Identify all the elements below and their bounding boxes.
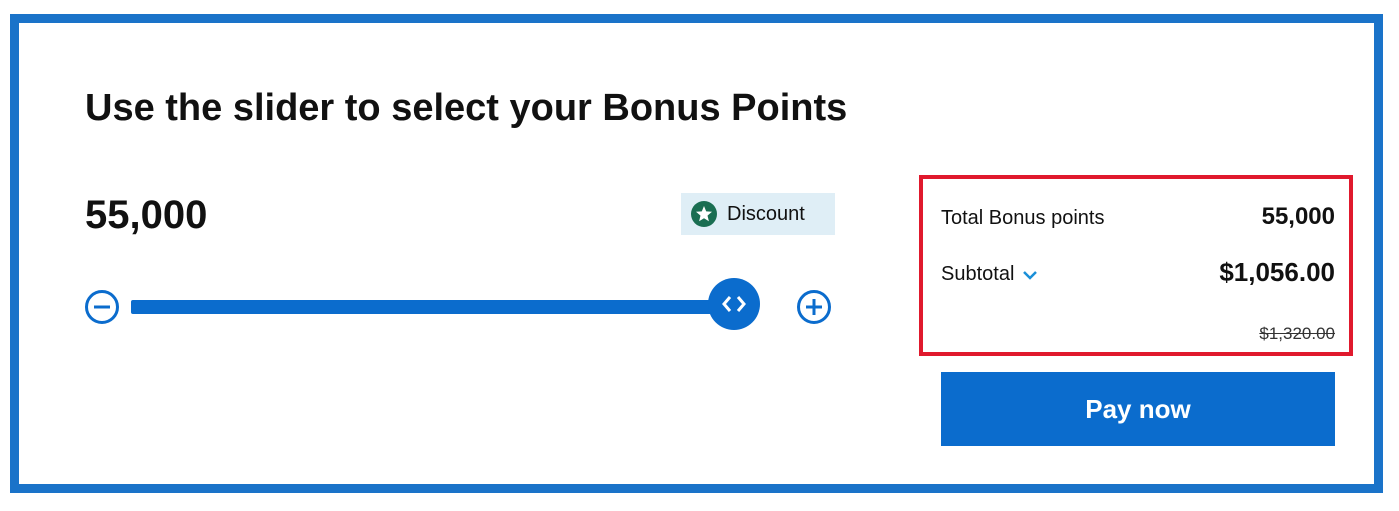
- slider-track[interactable]: [131, 300, 741, 314]
- slider-thumb[interactable]: [707, 278, 760, 330]
- star-icon: [691, 201, 717, 227]
- plus-circle-icon[interactable]: [796, 289, 832, 325]
- page-title: Use the slider to select your Bonus Poin…: [85, 87, 848, 129]
- total-bonus-points-value: 55,000: [1261, 203, 1335, 230]
- subtotal-label: Subtotal: [941, 263, 1015, 285]
- total-bonus-points-label: Total Bonus points: [941, 207, 1105, 229]
- original-price: $1,320.00: [1259, 324, 1335, 343]
- subtotal-value: $1,056.00: [1219, 257, 1335, 287]
- pay-now-button[interactable]: Pay now: [941, 372, 1335, 446]
- subtotal-row-label: Subtotal: [941, 263, 1038, 286]
- selected-points-value: 55,000: [85, 193, 208, 237]
- bonus-points-panel: Use the slider to select your Bonus Poin…: [10, 14, 1383, 493]
- minus-circle-icon[interactable]: [84, 289, 120, 325]
- order-summary: Total Bonus points 55,000 Subtotal $1,05…: [919, 175, 1353, 356]
- discount-label: Discount: [727, 202, 805, 225]
- chevron-left-right-icon: [719, 293, 749, 315]
- chevron-down-icon[interactable]: [1022, 269, 1038, 281]
- discount-badge: Discount: [681, 193, 835, 235]
- bonus-points-slider[interactable]: [79, 277, 839, 337]
